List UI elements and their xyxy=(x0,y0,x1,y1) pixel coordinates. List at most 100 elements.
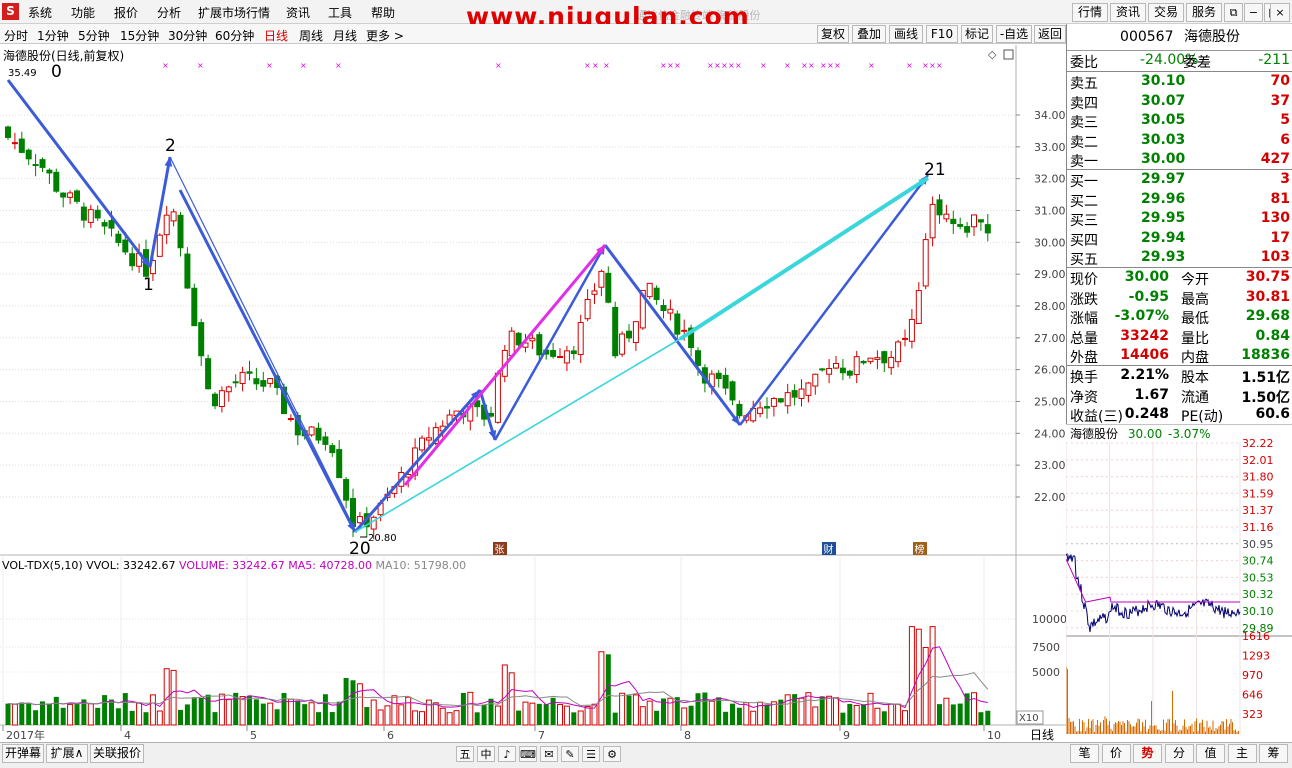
side-tab[interactable]: 笔 xyxy=(1070,744,1099,763)
bid-price: 29.94 xyxy=(1141,229,1186,246)
volume-bar xyxy=(695,693,701,725)
side-tab[interactable]: 值 xyxy=(1196,744,1225,763)
volume-indicator-title: VOL-TDX(5,10) VVOL: 33242.67 VOLUME: 332… xyxy=(2,559,466,572)
minimize-icon[interactable]: − xyxy=(1244,3,1263,22)
status-icon[interactable]: 中 xyxy=(477,746,495,762)
candle-body xyxy=(895,341,902,363)
f10-button[interactable]: F10 xyxy=(926,25,958,43)
bid-price: 29.97 xyxy=(1141,171,1186,187)
related-quotes-button[interactable]: 关联报价 xyxy=(90,744,144,763)
bid-price: 29.96 xyxy=(1141,190,1186,207)
signal-mark: × xyxy=(660,61,667,70)
ask-price: 30.03 xyxy=(1141,131,1186,148)
status-icon[interactable]: ✎ xyxy=(561,746,579,762)
period-daily[interactable]: 日线 xyxy=(264,27,288,44)
volume-bar xyxy=(122,693,128,725)
menu-quote[interactable]: 报价 xyxy=(114,4,138,21)
top-button-news[interactable]: 资讯 xyxy=(1110,3,1146,22)
mark-button[interactable]: 标记 xyxy=(961,25,993,43)
minute-name: 海德股份 xyxy=(1070,427,1119,441)
side-tab[interactable]: 分 xyxy=(1164,744,1194,763)
volume-bar xyxy=(302,704,308,725)
volume-bar xyxy=(494,705,501,726)
volume-bar xyxy=(708,700,715,726)
volume-bar xyxy=(329,712,335,725)
close-icon[interactable]: × xyxy=(1270,3,1290,22)
period-weekly[interactable]: 周线 xyxy=(299,27,323,44)
price-tick-label: 26.00 xyxy=(1034,364,1066,377)
volume-bar xyxy=(867,692,874,726)
period-more[interactable]: 更多 > xyxy=(366,27,404,44)
period-tick[interactable]: 分时 xyxy=(4,27,28,44)
side-tab[interactable]: 势 xyxy=(1133,744,1162,763)
expand-button[interactable]: 扩展∧ xyxy=(46,744,88,763)
side-tab[interactable]: 主 xyxy=(1227,744,1257,763)
menu-news[interactable]: 资讯 xyxy=(286,4,310,21)
menu-system[interactable]: 系统 xyxy=(28,4,52,21)
restore-window-icon[interactable]: ⧉ xyxy=(1224,3,1243,22)
volume-bar xyxy=(184,704,190,725)
event-mark-label: 张 xyxy=(495,544,505,556)
stat-row: 换手 2.21% 股本 1.51亿 xyxy=(1067,367,1292,386)
status-icon[interactable]: ✉ xyxy=(540,746,558,762)
volume-bar xyxy=(536,703,542,725)
status-icon[interactable]: 五 xyxy=(456,746,474,762)
candle-body xyxy=(964,226,971,233)
menu-help[interactable]: 帮助 xyxy=(371,4,395,21)
side-tab[interactable]: 筹 xyxy=(1259,744,1288,763)
menu-tools[interactable]: 工具 xyxy=(328,4,352,21)
period-5min[interactable]: 5分钟 xyxy=(78,27,110,44)
volume-bar xyxy=(136,702,143,726)
volume-bar xyxy=(819,696,825,725)
menu-extended-market[interactable]: 扩展市场行情 xyxy=(198,4,270,21)
menu-analysis[interactable]: 分析 xyxy=(157,4,181,21)
top-button-trade[interactable]: 交易 xyxy=(1148,3,1184,22)
period-monthly[interactable]: 月线 xyxy=(333,27,357,44)
volume-bar xyxy=(743,702,750,726)
candle-body xyxy=(315,427,322,441)
period-1min[interactable]: 1分钟 xyxy=(37,27,69,44)
minute-volume-tick: 1293 xyxy=(1242,650,1270,663)
status-icon[interactable]: ☰ xyxy=(582,746,600,762)
candle-body xyxy=(108,220,115,229)
candle-body xyxy=(508,330,515,357)
side-tab[interactable]: 价 xyxy=(1101,744,1131,763)
menu-function[interactable]: 功能 xyxy=(71,4,95,21)
ask-row: 卖一 30.00 427 xyxy=(1067,151,1292,170)
back-button[interactable]: 返回 xyxy=(1034,25,1066,43)
period-30min[interactable]: 30分钟 xyxy=(168,27,207,44)
top-button-quotes[interactable]: 行情 xyxy=(1072,3,1108,22)
danmaku-button[interactable]: 开弹幕 xyxy=(2,744,44,763)
status-icon[interactable]: ♪ xyxy=(498,746,516,762)
candle-body xyxy=(267,378,274,384)
signal-mark: × xyxy=(868,61,875,70)
volume-bar xyxy=(377,709,384,726)
top-button-service[interactable]: 服务 xyxy=(1186,3,1222,22)
remove-watchlist-button[interactable]: -自选 xyxy=(996,25,1032,43)
signal-mark: × xyxy=(820,61,827,70)
menu-bar: S 系统 功能 报价 分析 扩展市场行情 资讯 工具 帮助 通达信金融终端 海德… xyxy=(0,0,1292,31)
volume-bar xyxy=(19,702,25,725)
minute-chart[interactable]: 32.22 32.01 31.80 31.59 31.37 31.16 30.95 30.74… xyxy=(1066,424,1292,742)
status-icon[interactable]: ⌨ xyxy=(519,746,537,762)
event-mark-label: 财 xyxy=(824,543,834,556)
candle-body xyxy=(874,357,881,360)
ask-row: 卖三 30.05 5 xyxy=(1067,112,1292,131)
ask-label: 卖一 xyxy=(1070,154,1098,170)
draw-line-button[interactable]: 画线 xyxy=(889,25,923,43)
adjust-price-button[interactable]: 复权 xyxy=(817,25,849,43)
signal-mark: × xyxy=(592,61,599,70)
candle-body xyxy=(563,350,570,364)
overlay-button[interactable]: 叠加 xyxy=(852,25,886,43)
price-tick-label: 33.00 xyxy=(1034,141,1066,154)
period-15min[interactable]: 15分钟 xyxy=(120,27,159,44)
ask-volume: 70 xyxy=(1270,73,1290,89)
kline-chart[interactable]: 021202135.4920.80张财榜× × × × × × × × × × × × × × × × × × × ×… xyxy=(0,45,1066,743)
volume-bar xyxy=(833,697,839,726)
status-icon[interactable]: ⚙ xyxy=(603,746,621,762)
bid-row: 买五 29.93 103 xyxy=(1067,249,1292,268)
stat-value: 18836 xyxy=(1241,347,1290,363)
period-60min[interactable]: 60分钟 xyxy=(215,27,254,44)
volume-bar xyxy=(978,712,984,725)
volume-bar xyxy=(364,707,370,725)
